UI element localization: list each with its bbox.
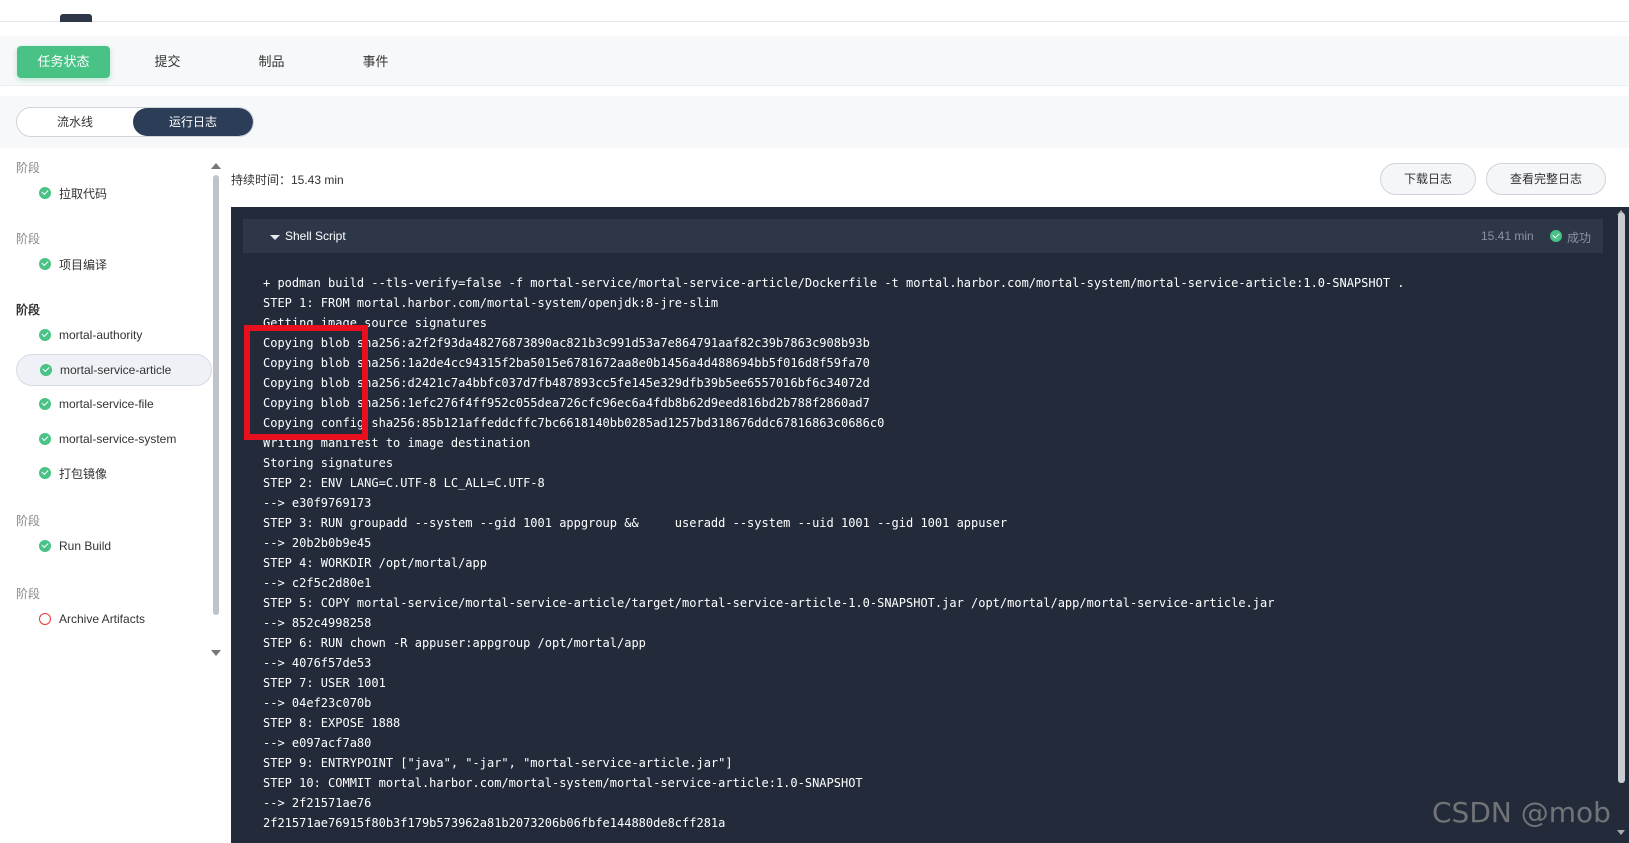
stage-title: 阶段 [16,514,41,528]
step-compile[interactable]: 项目编译 [16,248,212,280]
log-line: Copying blob sha256:1efc276f4ff952c055de… [263,396,870,410]
step-label: mortal-service-system [59,432,177,446]
log-line: STEP 9: ENTRYPOINT ["java", "-jar", "mor… [263,756,733,770]
success-icon [39,467,51,479]
download-log-button[interactable]: 下载日志 [1380,163,1476,195]
log-line: Storing signatures [263,456,394,470]
toggle-pipeline[interactable]: 流水线 [17,108,133,136]
top-header [0,0,1629,22]
console-step-title: Shell Script [285,229,346,243]
log-line: Copying blob sha256:1a2de4cc94315f2ba501… [263,356,870,370]
stage-title: 阶段 [16,232,41,246]
step-label: Run Build [59,539,112,553]
log-line: --> 4076f57de53 [263,656,372,670]
console-step-status: 成功 [1567,231,1592,245]
log-console: Shell Script 15.41 min 成功 + podman build… [231,207,1629,843]
success-icon [39,540,51,552]
step-label: 打包镜像 [59,466,108,481]
log-line: 2f21571ae76915f80b3f179b573962a81b207320… [263,816,726,830]
stage-title: 阶段 [16,587,41,601]
step-label: mortal-service-file [59,397,154,411]
log-line: Copying blob sha256:a2f2f93da48276873890… [263,336,870,350]
log-line: --> e097acf7a80 [263,736,372,750]
pending-icon [39,613,51,625]
step-pull-code[interactable]: 拉取代码 [16,177,212,209]
step-mortal-service-article[interactable]: mortal-service-article [16,354,212,386]
toggle-run-log[interactable]: 运行日志 [133,108,253,136]
duration-label: 持续时间：15.43 min [231,173,344,187]
scroll-down-arrow-icon[interactable] [211,650,221,656]
view-subbar: 流水线 运行日志 [0,96,1629,148]
sidebar-scrollbar[interactable] [213,175,219,615]
scroll-down-arrow-icon[interactable] [1617,830,1625,835]
success-icon [39,398,51,410]
tab-job-status[interactable]: 任务状态 [17,46,110,78]
log-line: STEP 1: FROM mortal.harbor.com/mortal-sy… [263,296,719,310]
log-line: Getting image source signatures [263,316,487,330]
success-icon [39,433,51,445]
log-line: --> e30f9769173 [263,496,372,510]
collapse-caret-icon[interactable] [270,235,280,240]
scroll-up-arrow-icon[interactable] [211,163,221,169]
log-line: --> 20b2b0b9e45 [263,536,372,550]
step-build-image[interactable]: 打包镜像 [16,457,212,489]
success-icon [1550,230,1562,242]
console-step-header[interactable]: Shell Script 15.41 min 成功 [243,219,1603,253]
stage-title: 阶段 [16,303,41,317]
log-line: STEP 7: USER 1001 [263,676,386,690]
log-line: Copying blob sha256:d2421c7a4bbfc037d7fb… [263,376,870,390]
log-line: Copying config sha256:85b121affeddcffc7b… [263,416,885,430]
console-step-time: 15.41 min [1481,229,1534,243]
log-line: STEP 4: WORKDIR /opt/mortal/app [263,556,487,570]
tab-artifacts[interactable]: 制品 [225,46,318,78]
step-mortal-service-file[interactable]: mortal-service-file [16,388,212,420]
stage-sidebar: 阶段 拉取代码 阶段 项目编译 阶段 mortal-authority mort… [0,148,222,843]
log-line: --> 04ef23c070b [263,696,372,710]
log-line: --> 852c4998258 [263,616,372,630]
watermark: CSDN @mob [1432,796,1611,829]
log-output: + podman build --tls-verify=false -f mor… [263,273,1405,833]
step-mortal-service-system[interactable]: mortal-service-system [16,423,212,455]
log-line: --> 2f21571ae76 [263,796,372,810]
success-icon [39,329,51,341]
tab-events[interactable]: 事件 [329,46,422,78]
success-icon [39,187,51,199]
log-line: STEP 2: ENV LANG=C.UTF-8 LC_ALL=C.UTF-8 [263,476,545,490]
log-line: STEP 10: COMMIT mortal.harbor.com/mortal… [263,776,863,790]
log-line: STEP 8: EXPOSE 1888 [263,716,401,730]
view-full-log-button[interactable]: 查看完整日志 [1486,163,1606,195]
success-icon [39,258,51,270]
step-run-build[interactable]: Run Build [16,530,212,562]
log-line: Writing manifest to image destination [263,436,531,450]
log-line: --> c2f5c2d80e1 [263,576,372,590]
step-label: 项目编译 [59,257,108,272]
step-label: Archive Artifacts [59,612,146,626]
log-line: + podman build --tls-verify=false -f mor… [263,276,1405,290]
stage-title: 阶段 [16,161,41,175]
success-icon [40,364,52,376]
step-mortal-authority[interactable]: mortal-authority [16,319,212,351]
step-archive-artifacts[interactable]: Archive Artifacts [16,603,212,635]
log-line: STEP 5: COPY mortal-service/mortal-servi… [263,596,1275,610]
step-label: mortal-authority [59,328,143,342]
log-scrollbar[interactable] [1618,213,1625,783]
main-tabs: 任务状态 提交 制品 事件 [0,36,1629,86]
view-toggle: 流水线 运行日志 [16,107,254,137]
header-tab-stub[interactable] [60,14,92,22]
step-label: 拉取代码 [59,186,108,201]
step-label: mortal-service-article [60,363,172,377]
log-line: STEP 3: RUN groupadd --system --gid 1001… [263,516,1008,530]
tab-commits[interactable]: 提交 [121,46,214,78]
log-line: STEP 6: RUN chown -R appuser:appgroup /o… [263,636,646,650]
highlight-annotation-box [244,325,368,440]
